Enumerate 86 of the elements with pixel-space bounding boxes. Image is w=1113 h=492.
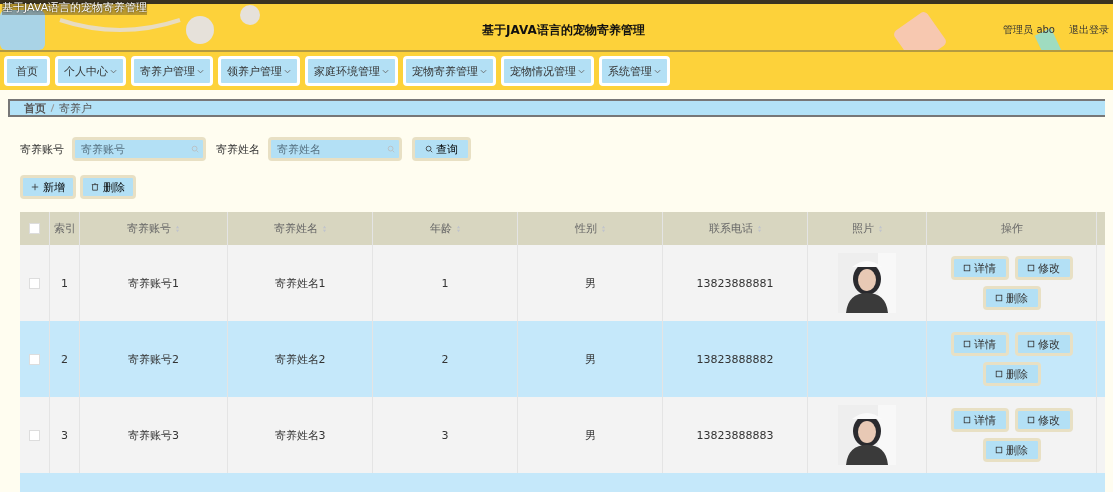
square-icon [963, 264, 971, 272]
search-field[interactable]: 寄养姓名 [268, 137, 402, 161]
column-header[interactable]: 性别 [574, 221, 597, 236]
table-cell: 13823888882 [696, 352, 774, 366]
checkbox[interactable] [29, 353, 40, 365]
breadcrumb-link[interactable]: 寄养户 [59, 100, 92, 116]
search-icon [387, 145, 395, 153]
table-cell: 3 [441, 428, 449, 442]
sort-icon[interactable] [455, 224, 461, 233]
square-icon [995, 446, 1003, 454]
square-icon [1027, 340, 1035, 348]
table-cell: 男 [584, 427, 596, 443]
square-icon [963, 416, 971, 424]
nav-menu-item[interactable]: 系统管理 [599, 56, 670, 86]
square-icon [995, 294, 1003, 302]
search-button[interactable]: 查询 [412, 137, 471, 161]
square-icon [1027, 264, 1035, 272]
column-header[interactable]: 照片 [851, 221, 874, 236]
table-cell: 2 [61, 352, 68, 366]
table-cell: 13823888883 [696, 428, 774, 442]
table-cell: 男 [584, 351, 596, 367]
caret-icon [197, 68, 204, 74]
table-cell: 3 [61, 428, 68, 442]
add-button[interactable]: 新增 [20, 175, 76, 199]
column-header[interactable]: 联系电话 [708, 221, 753, 236]
nav-menu-item[interactable]: 宠物寄养管理 [403, 56, 496, 86]
caret-icon [110, 68, 117, 74]
nav-menu-item[interactable]: 个人中心 [55, 56, 126, 86]
sort-icon[interactable] [175, 224, 180, 233]
edit-button[interactable]: 修改 [1014, 256, 1073, 280]
detail-button[interactable]: 详情 [950, 408, 1009, 432]
table-cell: 寄养账号2 [128, 351, 179, 367]
edit-button[interactable]: 修改 [1014, 332, 1073, 356]
table-cell: 1 [61, 276, 68, 290]
window-title: 基于JAVA语言的宠物寄养管理 [2, 0, 148, 15]
sort-icon[interactable] [756, 224, 762, 233]
square-icon [963, 340, 971, 348]
sort-icon[interactable] [321, 224, 327, 233]
square-icon [995, 370, 1003, 378]
table-cell: 寄养姓名2 [274, 351, 326, 367]
caret-icon [382, 68, 389, 74]
nav-menu-item[interactable]: 宠物情况管理 [501, 56, 594, 86]
search-field[interactable]: 寄养账号 [72, 137, 206, 161]
column-header[interactable]: 索引 [53, 221, 76, 236]
square-icon [1027, 416, 1035, 424]
table-cell: 寄养账号1 [128, 275, 179, 291]
detail-button[interactable]: 详情 [950, 332, 1009, 356]
caret-icon [284, 68, 291, 74]
nav-menu-item[interactable]: 首页 [4, 56, 50, 86]
field-label: 寄养姓名 [216, 141, 260, 157]
caret-icon [654, 68, 661, 74]
edit-button[interactable]: 修改 [1014, 408, 1073, 432]
app-title: 基于JAVA语言的宠物寄养管理 [482, 21, 645, 39]
checkbox[interactable] [29, 429, 40, 441]
nav-menu-item[interactable]: 家庭环境管理 [305, 56, 398, 86]
plus-icon [31, 183, 39, 191]
column-header[interactable]: 寄养姓名 [273, 221, 318, 236]
caret-icon [480, 68, 487, 74]
nav-menu-item[interactable]: 领养户管理 [218, 56, 300, 86]
search-icon [425, 145, 433, 153]
sort-icon[interactable] [877, 224, 883, 233]
breadcrumb-link[interactable]: 首页 [24, 100, 46, 116]
table-cell: 2 [441, 352, 449, 366]
detail-button[interactable]: 详情 [950, 256, 1009, 280]
table-cell: 男 [584, 275, 596, 291]
delete-button[interactable]: 删除 [982, 286, 1041, 310]
checkbox[interactable] [29, 223, 40, 234]
delete-button[interactable]: 删除 [982, 362, 1041, 386]
table-cell: 13823888881 [696, 276, 774, 290]
logout-link[interactable]: 退出登录 [1069, 23, 1109, 37]
table-cell: 寄养姓名3 [274, 427, 326, 443]
table-cell: 1 [441, 276, 449, 290]
delete-button[interactable]: 删除 [80, 175, 136, 199]
field-label: 寄养账号 [20, 141, 64, 157]
delete-button[interactable]: 删除 [982, 438, 1041, 462]
table-cell: 寄养账号3 [128, 427, 179, 443]
search-icon [191, 145, 199, 153]
column-header[interactable]: 年龄 [429, 221, 452, 236]
nav-menu-item[interactable]: 寄养户管理 [131, 56, 213, 86]
sort-icon[interactable] [600, 224, 606, 233]
table-cell: 寄养姓名1 [274, 275, 326, 291]
column-header[interactable]: 操作 [1000, 221, 1023, 236]
checkbox[interactable] [29, 277, 40, 289]
caret-icon [578, 68, 585, 74]
trash-icon [91, 183, 99, 191]
column-header[interactable]: 寄养账号 [127, 221, 171, 236]
